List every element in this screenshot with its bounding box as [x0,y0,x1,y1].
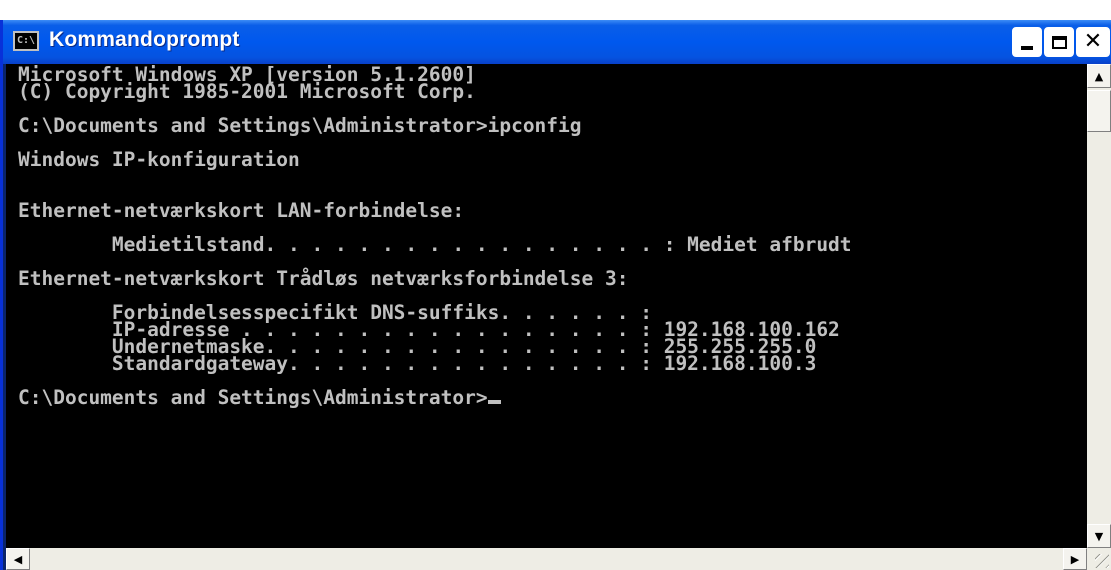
maximize-button[interactable] [1044,27,1074,57]
console-line: Windows IP-konfiguration [18,148,300,171]
maximize-icon [1051,35,1067,49]
scroll-left-button[interactable]: ◀ [6,548,30,570]
console-output[interactable]: Microsoft Windows XP [version 5.1.2600] … [6,64,1087,557]
console-line: Standardgateway. . . . . . . . . . . . .… [18,352,817,375]
arrow-right-icon: ▶ [1070,552,1080,566]
scroll-up-button[interactable]: ▲ [1087,64,1111,88]
console-line: C:\Documents and Settings\Administrator> [18,386,488,409]
vertical-scroll-thumb[interactable] [1087,90,1111,132]
resize-grip-icon[interactable] [1095,554,1109,568]
console-line: Ethernet-netværkskort Trådløs netværksfo… [18,267,629,290]
title-bar[interactable]: C:\ Kommandoprompt ✕ [3,20,1111,64]
console-line: (C) Copyright 1985-2001 Microsoft Corp. [18,80,476,103]
console-line: Ethernet-netværkskort LAN-forbindelse: [18,199,465,222]
console-text: Microsoft Windows XP [version 5.1.2600] … [18,65,852,409]
arrow-down-icon: ▼ [1094,529,1104,543]
console-line: C:\Documents and Settings\Administrator>… [18,114,582,137]
vertical-scrollbar[interactable]: ▲ ▼ [1087,64,1111,548]
arrow-up-icon: ▲ [1094,69,1104,83]
scroll-down-button[interactable]: ▼ [1087,524,1111,548]
scroll-right-button[interactable]: ▶ [1063,548,1087,570]
console-icon[interactable]: C:\ [13,31,39,51]
resize-corner[interactable] [1087,548,1111,570]
arrow-left-icon: ◀ [13,552,23,566]
window-title: Kommandoprompt [49,28,240,51]
close-icon: ✕ [1083,29,1103,54]
command-prompt-window: C:\ Kommandoprompt ✕ Microsoft Windows X… [0,20,1111,570]
minimize-icon [1021,46,1033,50]
horizontal-scrollbar[interactable]: ◀ ▶ [6,548,1087,570]
text-cursor [487,400,501,404]
close-button[interactable]: ✕ [1076,27,1110,57]
minimize-button[interactable] [1012,27,1042,57]
console-line: Medietilstand. . . . . . . . . . . . . .… [18,233,852,256]
